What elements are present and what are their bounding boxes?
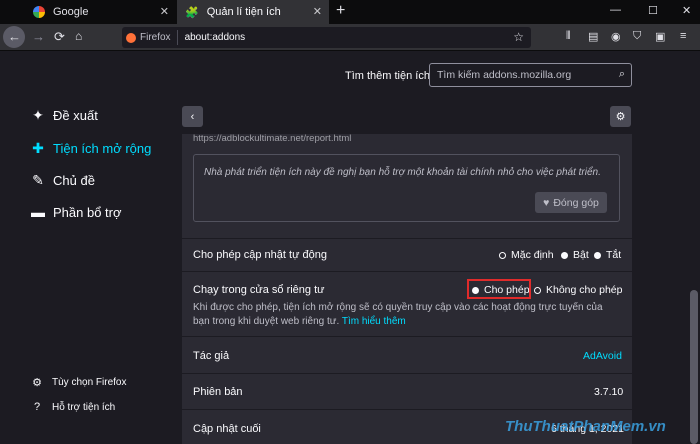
forward-arrow-icon[interactable]: → xyxy=(32,29,45,44)
scrollbar-thumb[interactable] xyxy=(690,290,698,444)
divider xyxy=(182,336,632,337)
version-value: 3.7.10 xyxy=(594,386,624,398)
radio-icon xyxy=(561,251,568,259)
minimize-icon[interactable]: — xyxy=(610,4,621,16)
auto-update-label: Cho phép cập nhật tự động xyxy=(193,249,327,261)
author-label: Tác giả xyxy=(193,350,230,362)
shield-icon[interactable]: ⛉ xyxy=(633,30,641,43)
help-icon: ? xyxy=(33,401,41,413)
identity-label: Firefox xyxy=(140,32,171,43)
divider xyxy=(182,271,632,272)
report-url[interactable]: https://adblockultimate.net/report.html xyxy=(193,133,351,144)
footer-label: Tùy chọn Firefox xyxy=(52,377,127,388)
sidebar-item-label: Chủ đề xyxy=(53,173,95,188)
divider xyxy=(182,409,632,410)
gear-icon: ⚙ xyxy=(32,377,42,389)
reload-icon[interactable]: ⟳ xyxy=(54,29,65,45)
back-arrow-icon: ← xyxy=(8,29,21,44)
sidebar-item-plugins[interactable]: ▬ Phần bổ trợ xyxy=(30,204,122,220)
brush-icon: ✎ xyxy=(32,172,44,188)
radio-default[interactable]: Mặc định xyxy=(499,249,554,261)
tab-title: Quản lí tiện ích xyxy=(206,6,281,18)
sidebar-item-extensions[interactable]: ✚ Tiện ích mở rộng xyxy=(30,140,151,157)
chevron-left-icon: ‹ xyxy=(190,110,195,123)
bookmark-star-icon[interactable]: ☆ xyxy=(513,30,524,44)
firefox-icon xyxy=(126,32,136,43)
radio-icon xyxy=(594,251,601,259)
search-placeholder: Tìm kiếm addons.mozilla.org xyxy=(437,69,572,81)
back-to-list-button[interactable]: ‹ xyxy=(182,106,203,127)
watermark: ThuThuatPhanMem.vn xyxy=(505,418,666,435)
sidebar-item-recommendations[interactable]: ✦ Đề xuất xyxy=(30,107,98,124)
home-icon[interactable]: ⌂ xyxy=(75,29,82,43)
search-input[interactable]: Tìm kiếm addons.mozilla.org ⌕ xyxy=(429,63,632,87)
extension-icon[interactable]: ▣ xyxy=(655,30,665,43)
url-bar[interactable]: Firefox about:addons ☆ xyxy=(122,27,531,48)
author-link[interactable]: AdAvoid xyxy=(583,350,622,362)
puzzle-icon: 🧩 xyxy=(185,6,199,19)
radio-label: Bật xyxy=(573,249,589,261)
addons-support-link[interactable]: ? Hỗ trợ tiện ích xyxy=(30,401,115,413)
learn-more-link[interactable]: Tìm hiểu thêm xyxy=(342,316,406,327)
close-icon[interactable]: ✕ xyxy=(313,5,322,18)
radio-icon xyxy=(534,286,541,294)
last-updated-label: Cập nhật cuối xyxy=(193,423,261,435)
google-icon xyxy=(33,6,45,18)
tab-google[interactable]: Google ✕ xyxy=(25,0,176,24)
highlight-box xyxy=(467,279,531,299)
sidebar-item-label: Phần bổ trợ xyxy=(53,204,122,220)
divider xyxy=(182,238,632,239)
radio-label: Tắt xyxy=(606,249,622,261)
settings-button[interactable]: ⚙ xyxy=(610,106,631,127)
puzzle-icon: ✚ xyxy=(32,140,44,156)
radio-off[interactable]: Tắt xyxy=(594,249,621,261)
donate-button[interactable]: ♥ Đóng góp xyxy=(535,192,607,213)
window-close-icon[interactable]: ✕ xyxy=(682,4,691,17)
account-icon[interactable]: ◉ xyxy=(611,30,621,43)
maximize-icon[interactable]: ☐ xyxy=(648,4,658,17)
version-label: Phiên bản xyxy=(193,386,243,398)
contribution-text: Nhà phát triển tiện ích này đề nghị bạn … xyxy=(204,167,601,178)
tab-bar: Google ✕ 🧩 Quản lí tiện ích ✕ + — ☐ ✕ xyxy=(0,0,700,24)
radio-disallow[interactable]: Không cho phép xyxy=(534,284,622,296)
url-text[interactable]: about:addons xyxy=(178,32,246,43)
radio-label: Không cho phép xyxy=(546,284,623,296)
close-icon[interactable]: ✕ xyxy=(160,5,169,18)
nav-bar: ← → ⟳ ⌂ Firefox about:addons ☆ ⫴ ▤ ◉ ⛉ ▣… xyxy=(0,24,700,51)
radio-icon xyxy=(499,251,506,259)
new-tab-button[interactable]: + xyxy=(336,2,345,20)
identity-box[interactable]: Firefox xyxy=(122,30,178,45)
radio-on[interactable]: Bật xyxy=(561,249,589,261)
sidebar-item-themes[interactable]: ✎ Chủ đề xyxy=(30,172,95,189)
search-icon[interactable]: ⌕ xyxy=(619,68,625,81)
radio-label: Mặc định xyxy=(511,249,554,261)
sparkle-icon: ✦ xyxy=(32,107,44,123)
donate-label: Đóng góp xyxy=(553,196,599,209)
tab-addons[interactable]: 🧩 Quản lí tiện ích ✕ xyxy=(177,0,329,24)
sidebar-item-label: Tiện ích mở rộng xyxy=(53,141,152,156)
firefox-options-link[interactable]: ⚙ Tùy chọn Firefox xyxy=(30,376,126,389)
library-icon[interactable]: ⫴ xyxy=(566,30,571,43)
sidebar-item-label: Đề xuất xyxy=(53,108,98,123)
menu-icon[interactable]: ≡ xyxy=(680,30,686,42)
sidebar-icon[interactable]: ▤ xyxy=(588,30,598,43)
gear-icon: ⚙ xyxy=(615,111,626,123)
footer-label: Hỗ trợ tiện ích xyxy=(52,401,116,413)
tab-title: Google xyxy=(53,6,89,18)
private-description: Khi được cho phép, tiện ích mở rộng sẽ c… xyxy=(193,301,613,329)
search-label: Tìm thêm tiện ích xyxy=(345,70,430,82)
plugin-icon: ▬ xyxy=(31,204,45,220)
private-window-label: Chạy trong cửa sổ riêng tư xyxy=(193,284,325,296)
divider xyxy=(182,373,632,374)
heart-icon: ♥ xyxy=(543,196,550,209)
